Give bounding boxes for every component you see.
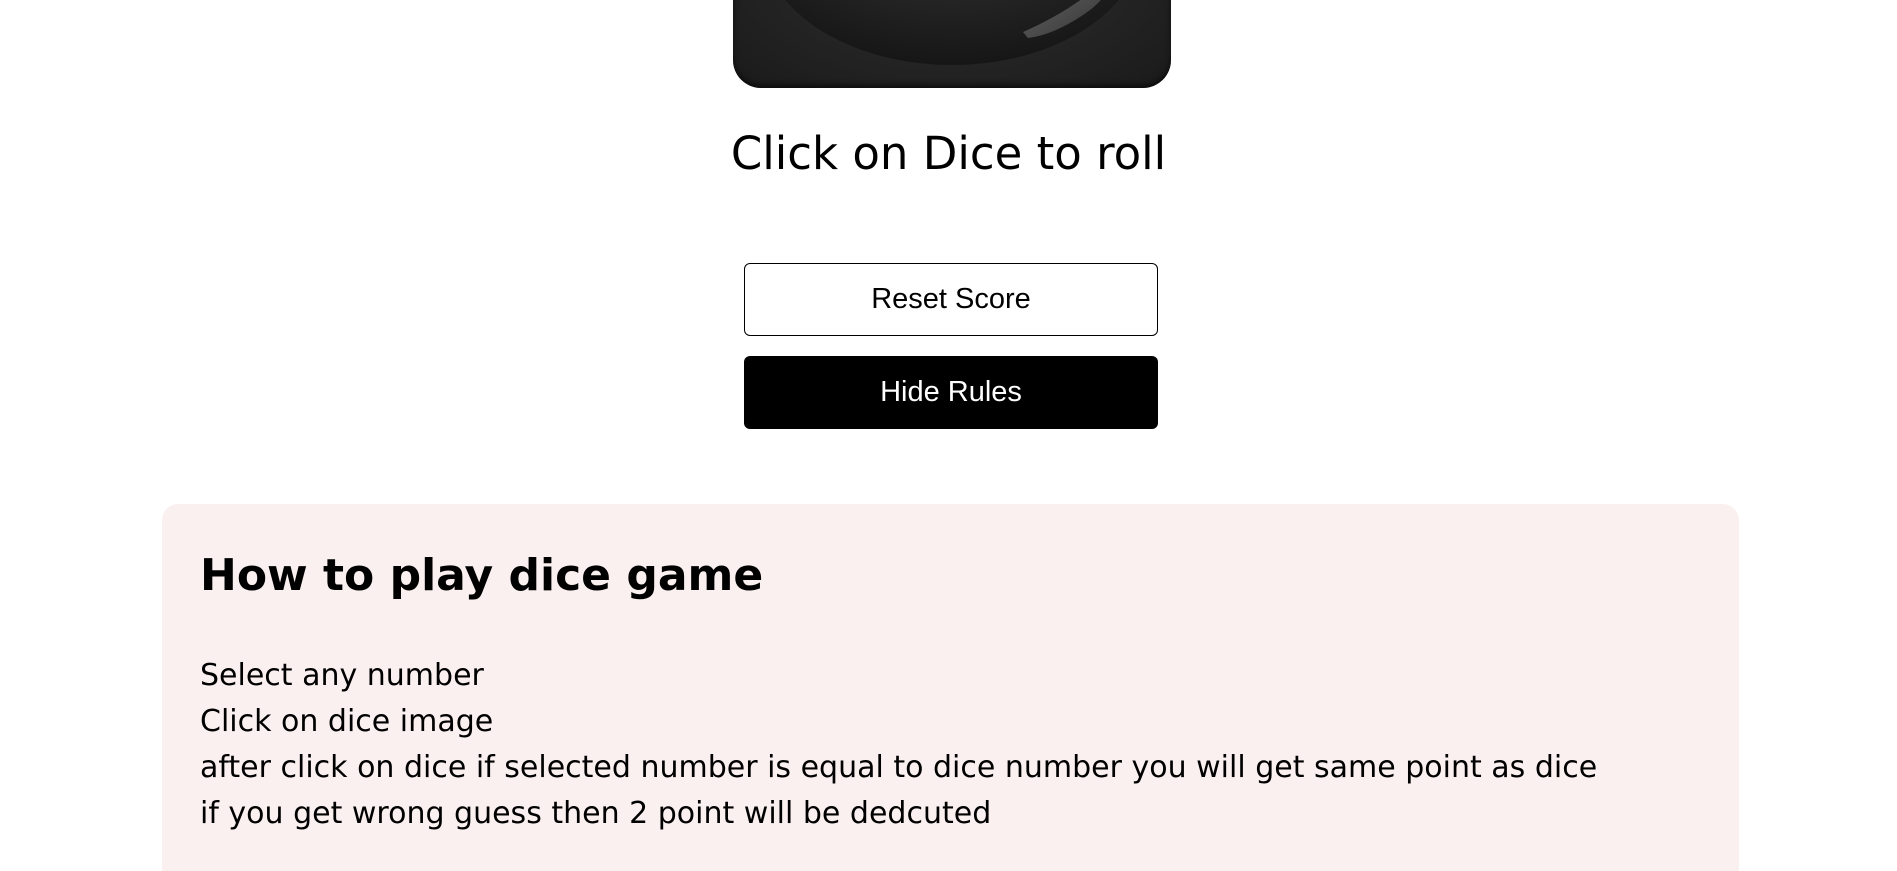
rules-title: How to play dice game: [200, 550, 764, 601]
rules-list: Select any number Click on dice image af…: [200, 653, 1597, 837]
rules-item: after click on dice if selected number i…: [200, 750, 1598, 785]
reset-score-button[interactable]: Reset Score: [744, 263, 1158, 336]
rules-item: if you get wrong guess then 2 point will…: [200, 796, 992, 831]
hide-rules-button[interactable]: Hide Rules: [744, 356, 1158, 429]
roll-instruction: Click on Dice to roll: [730, 127, 1167, 180]
dice-game-page: Click on Dice to roll Reset Score Hide R…: [0, 0, 1897, 871]
dice-image[interactable]: [733, 0, 1171, 88]
dice-icon: [785, 0, 1119, 65]
rules-item: Select any number: [200, 658, 484, 693]
rules-panel: How to play dice game Select any number …: [162, 504, 1739, 871]
rules-item: Click on dice image: [200, 704, 494, 739]
